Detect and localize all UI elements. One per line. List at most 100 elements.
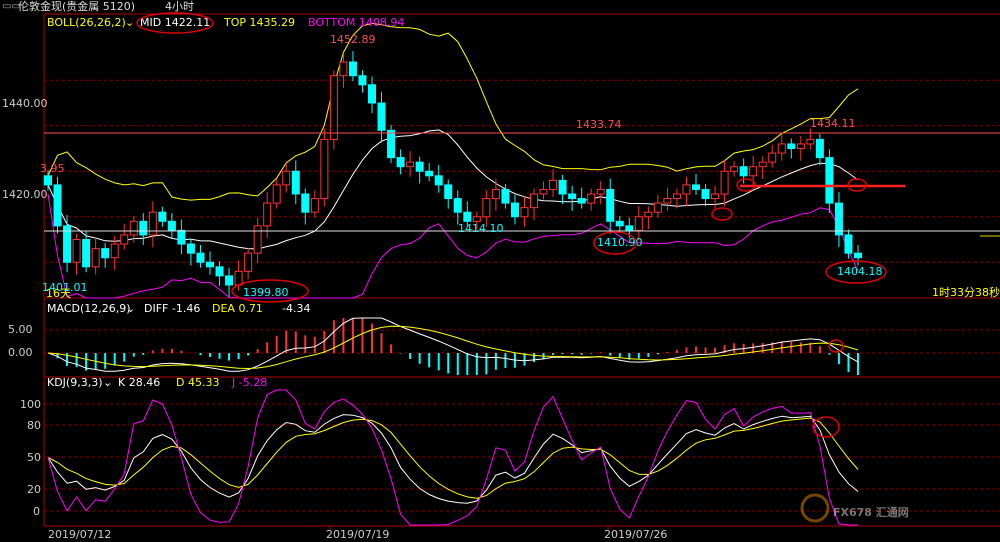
y-tick-1420: 1420.00 bbox=[2, 188, 48, 201]
candle-body bbox=[625, 225, 634, 231]
candle-body bbox=[672, 193, 681, 200]
candle-body bbox=[434, 175, 443, 186]
candle-body bbox=[768, 152, 777, 163]
macd-dropdown-icon[interactable]: ⌄ bbox=[126, 302, 135, 315]
label-1433-74: 1433.74 bbox=[576, 118, 622, 131]
candle-body bbox=[129, 220, 138, 236]
countdown-timer: 1时33分38秒 bbox=[932, 285, 1000, 299]
candle-body bbox=[834, 202, 843, 236]
chart-canvas: BOLL(26,26,2) ⌄ MID 1422.11 TOP 1435.29 … bbox=[2, 12, 1000, 541]
candle-body bbox=[177, 229, 186, 245]
boll-bottom-line bbox=[47, 193, 859, 299]
candle-body bbox=[101, 248, 110, 259]
candle-body bbox=[453, 198, 462, 213]
candle-body bbox=[482, 198, 491, 218]
candle-body bbox=[291, 170, 300, 195]
kdj-tick-50: 50 bbox=[27, 451, 41, 464]
candle-body bbox=[568, 193, 577, 200]
candle-body bbox=[682, 184, 691, 195]
label-1399-80: 1399.80 bbox=[243, 286, 289, 299]
candle-body bbox=[787, 143, 796, 149]
macd-histogram bbox=[56, 318, 859, 375]
candle-body bbox=[530, 193, 538, 209]
candle-body bbox=[282, 170, 291, 186]
candle-body bbox=[730, 166, 739, 172]
candle-body bbox=[253, 225, 262, 254]
x-tick-0726: 2019/07/26 bbox=[604, 528, 667, 541]
candle-body bbox=[510, 202, 519, 218]
candle-body bbox=[539, 188, 548, 195]
label-1434-11: 1434.11 bbox=[810, 117, 856, 130]
candle-body bbox=[406, 161, 415, 168]
candle-body bbox=[348, 61, 357, 77]
candle-body bbox=[577, 198, 586, 204]
kdj-dropdown-icon[interactable]: ⌄ bbox=[103, 376, 112, 389]
kdj-gridlines bbox=[44, 403, 1000, 512]
candle-body bbox=[148, 211, 157, 236]
candle-body bbox=[796, 143, 805, 149]
kdj-d-line bbox=[47, 417, 859, 499]
candle-body bbox=[120, 234, 129, 245]
candle-body bbox=[825, 157, 834, 204]
candle-body bbox=[815, 138, 824, 159]
candle-body bbox=[215, 266, 224, 277]
candle-body bbox=[425, 170, 434, 177]
boll-dropdown-icon[interactable]: ⌄ bbox=[125, 16, 134, 29]
candle-body bbox=[501, 188, 510, 204]
boll-bottom-value: BOTTOM 1408.94 bbox=[308, 16, 404, 29]
candle-body bbox=[415, 161, 424, 172]
candle-body bbox=[472, 216, 481, 222]
candle-body bbox=[854, 252, 862, 259]
candle-body bbox=[711, 193, 720, 200]
highlight-ellipse-small-1 bbox=[711, 207, 733, 221]
macd-value: -4.34 bbox=[282, 302, 310, 315]
candle-body bbox=[206, 261, 214, 268]
highlight-ellipse-kdj bbox=[812, 416, 840, 438]
candle-body bbox=[653, 202, 662, 213]
candle-body bbox=[644, 211, 653, 218]
watermark-logo: FX678 汇通网 bbox=[800, 493, 909, 523]
candle-body bbox=[606, 188, 615, 222]
boll-mid-value: MID 1422.11 bbox=[140, 16, 210, 29]
candle-body bbox=[196, 252, 205, 263]
candle-body bbox=[520, 207, 529, 218]
candle-body bbox=[663, 198, 672, 204]
candle-body bbox=[329, 75, 338, 140]
candle-body bbox=[339, 61, 348, 77]
macd-diff-line bbox=[47, 317, 859, 372]
candle-body bbox=[615, 220, 624, 227]
macd-lines bbox=[47, 317, 859, 372]
watermark-text: FX678 汇通网 bbox=[833, 506, 909, 519]
candle-body bbox=[749, 166, 758, 177]
candle-body bbox=[377, 102, 386, 131]
candle-body bbox=[596, 188, 605, 195]
candle-body bbox=[82, 239, 91, 268]
candle-body bbox=[692, 184, 700, 190]
boll-top-value: TOP 1435.29 bbox=[223, 16, 295, 29]
y-tick-1440: 1440.00 bbox=[2, 97, 48, 110]
candle-body bbox=[701, 188, 710, 200]
price-gridlines bbox=[44, 79, 1000, 263]
candle-body bbox=[310, 198, 319, 213]
candle-body bbox=[158, 211, 167, 222]
candle-body bbox=[91, 248, 100, 268]
candle-body bbox=[368, 84, 376, 104]
kdj-d-value: D 45.33 bbox=[176, 376, 219, 389]
boll-label: BOLL(26,26,2) bbox=[47, 16, 126, 29]
x-tick-0719: 2019/07/19 bbox=[326, 528, 389, 541]
label-1404-18: 1404.18 bbox=[837, 265, 883, 278]
kdj-k-value: K 28.46 bbox=[118, 376, 160, 389]
candle-body bbox=[806, 138, 815, 145]
label-16-days: 16天 bbox=[46, 287, 71, 300]
candlesticks bbox=[44, 51, 862, 298]
candle-body bbox=[139, 220, 148, 236]
candle-body bbox=[387, 129, 396, 159]
label-1423-95: 3.95 bbox=[40, 162, 65, 175]
candle-body bbox=[301, 193, 310, 213]
candle-body bbox=[739, 166, 748, 177]
kdj-k-line bbox=[47, 414, 859, 504]
candle-body bbox=[110, 243, 119, 259]
macd-tick-5: 5.00 bbox=[8, 323, 33, 336]
kdj-j-value: J -5.28 bbox=[231, 376, 267, 389]
candle-body bbox=[234, 270, 243, 286]
